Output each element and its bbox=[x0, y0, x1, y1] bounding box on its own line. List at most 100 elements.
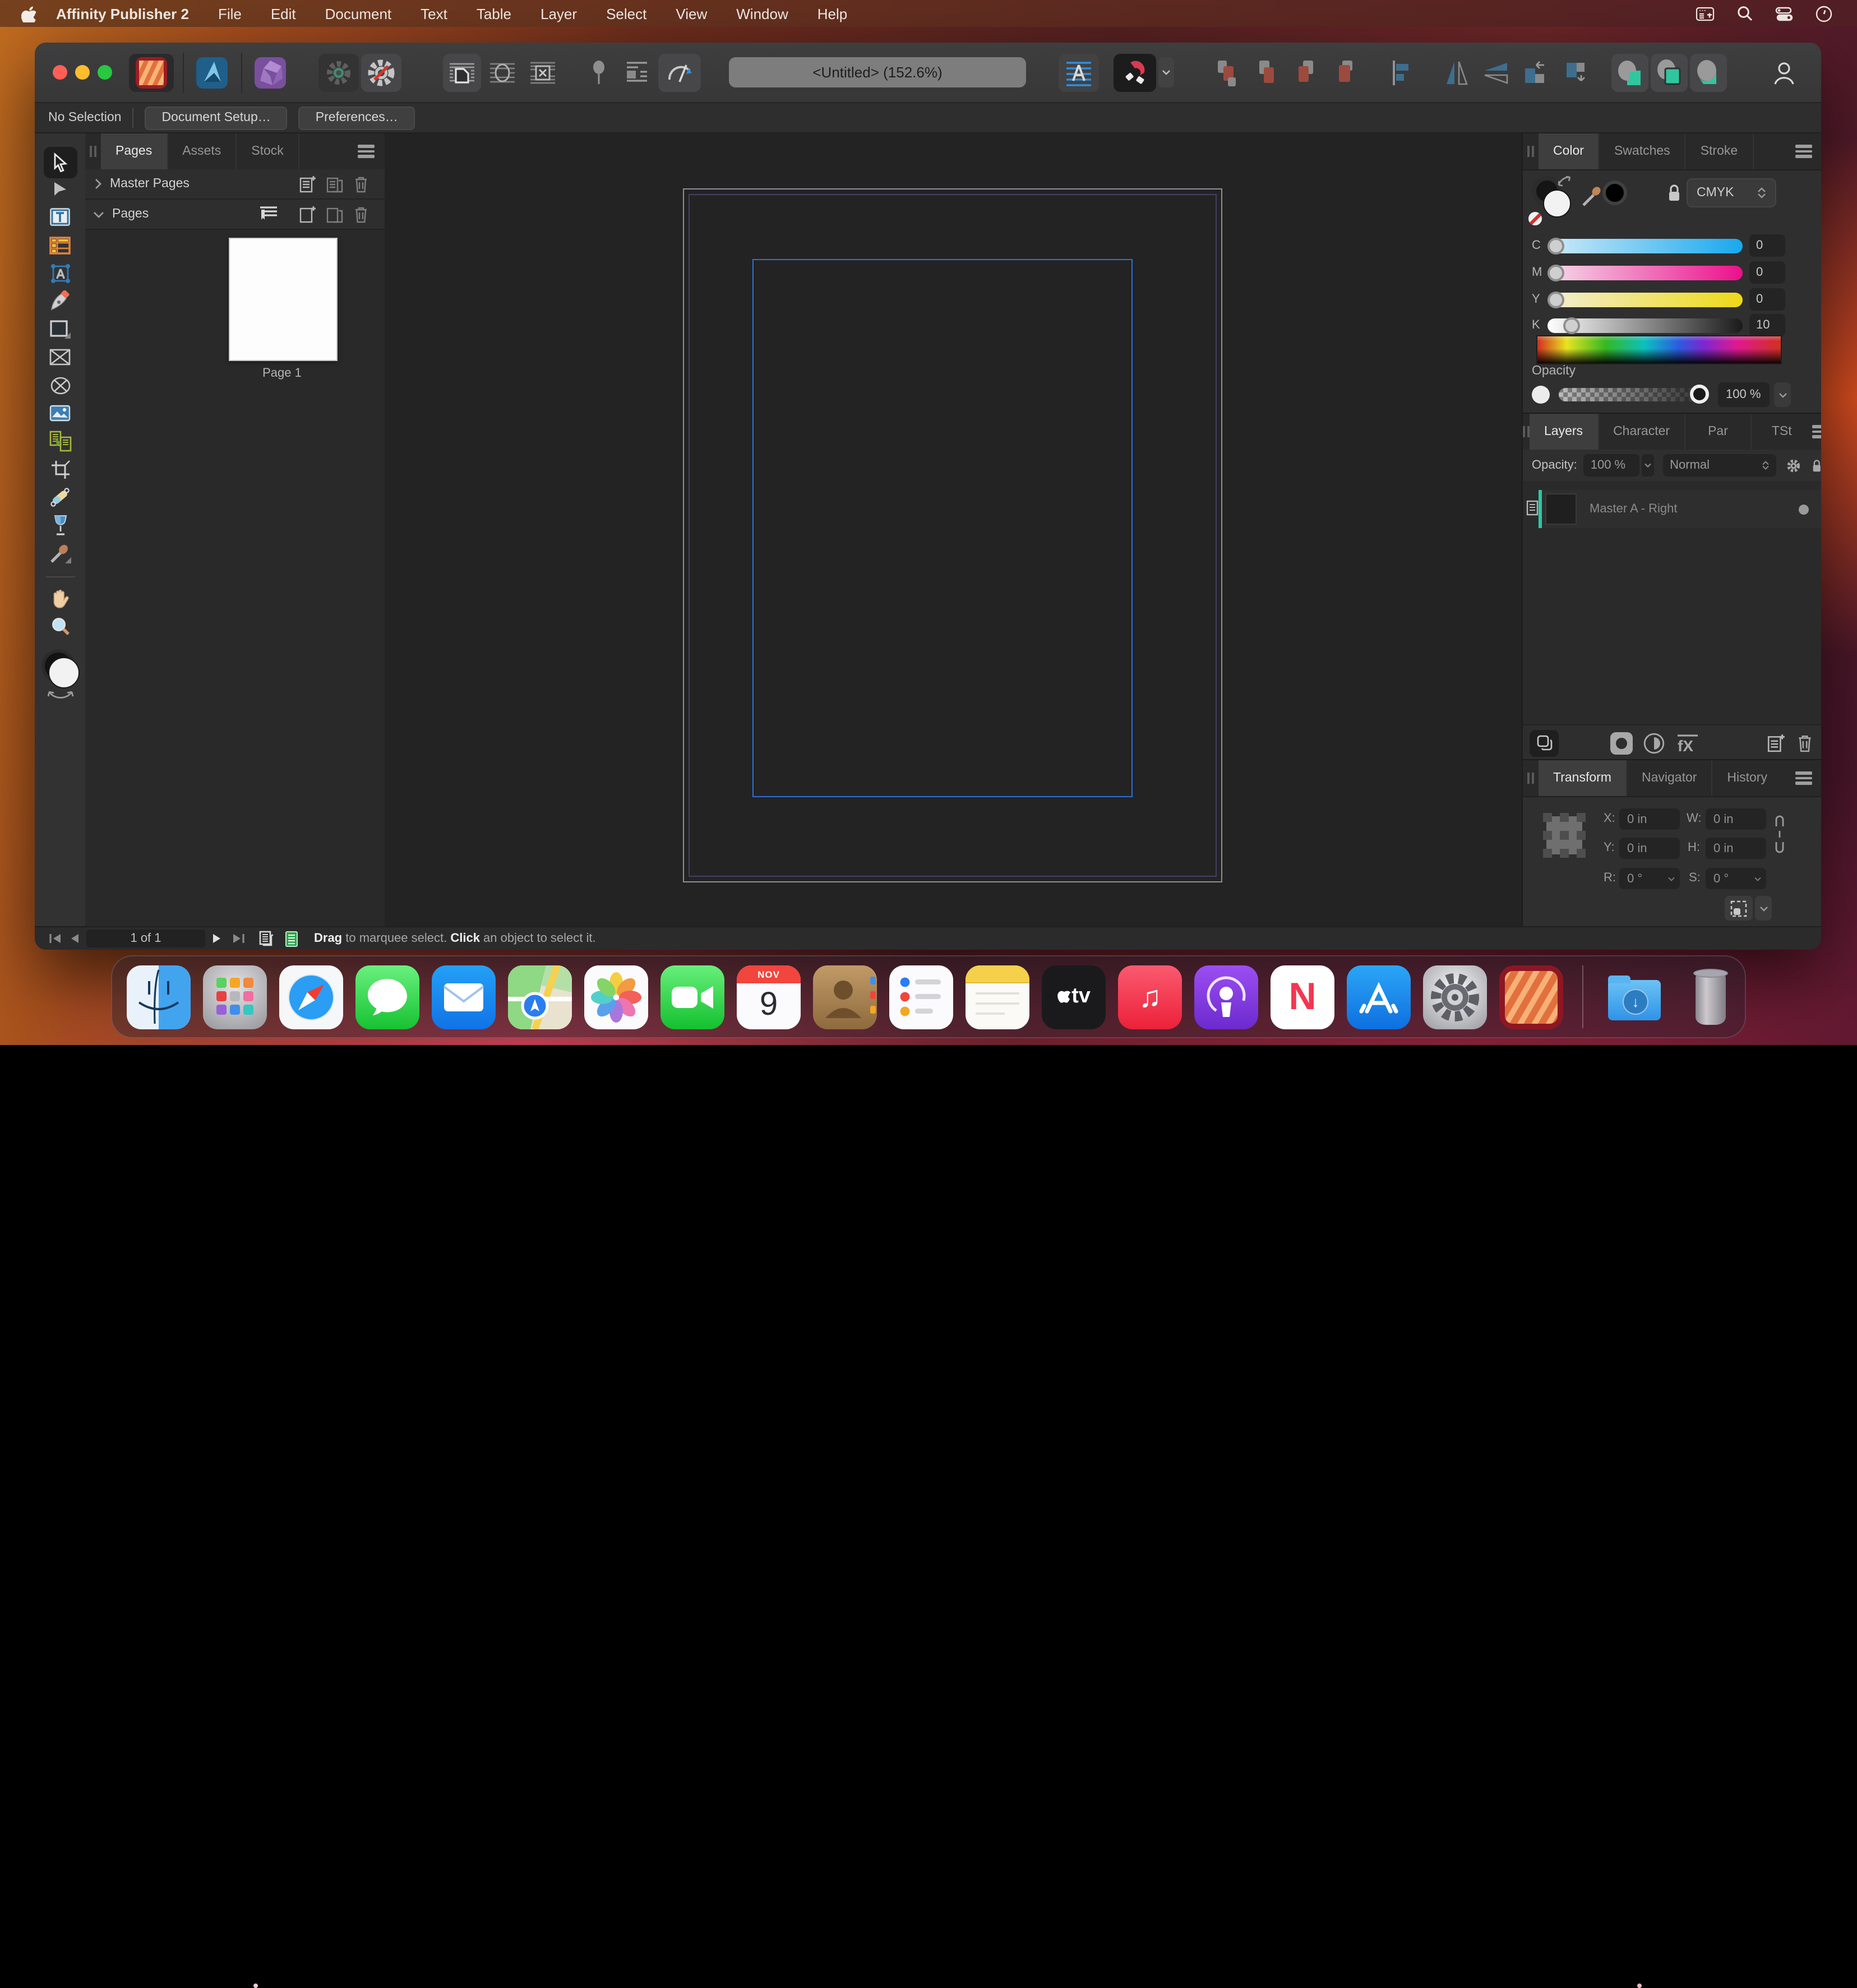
move-to-front-icon[interactable] bbox=[1327, 54, 1364, 92]
close-button[interactable] bbox=[53, 65, 67, 80]
node-tool[interactable] bbox=[43, 175, 77, 203]
preferences-button[interactable]: Preferences… bbox=[299, 106, 415, 130]
layers-opacity-chevron[interactable] bbox=[1642, 454, 1654, 477]
fill-stroke-swatches[interactable] bbox=[1532, 176, 1586, 234]
rotate-ccw-icon[interactable] bbox=[1516, 54, 1553, 92]
dock-app-store[interactable] bbox=[1347, 965, 1411, 1029]
artistic-text-tool[interactable] bbox=[43, 259, 77, 287]
panel-menu-icon[interactable] bbox=[1795, 772, 1812, 785]
panel-menu-icon[interactable] bbox=[1795, 145, 1812, 158]
menu-app-name[interactable]: Affinity Publisher 2 bbox=[56, 5, 189, 22]
layer-visibility-dot[interactable] bbox=[1799, 504, 1809, 514]
gear-green-icon[interactable] bbox=[318, 54, 359, 92]
canvas[interactable] bbox=[385, 133, 1522, 927]
opacity-swatch[interactable] bbox=[1532, 386, 1550, 404]
tab-stroke[interactable]: Stroke bbox=[1686, 133, 1754, 169]
menu-window[interactable]: Window bbox=[736, 5, 788, 22]
picture-frame-rectangle-tool[interactable] bbox=[43, 343, 77, 371]
add-page-icon[interactable] bbox=[299, 205, 316, 223]
y-field[interactable]: 0 in bbox=[1619, 838, 1680, 859]
lock-layer-icon[interactable] bbox=[1810, 457, 1821, 474]
dock-news[interactable]: N bbox=[1271, 965, 1334, 1029]
keyboard-shortcuts-icon[interactable] bbox=[1696, 6, 1715, 21]
menu-help[interactable]: Help bbox=[817, 5, 848, 22]
move-forward-one-icon[interactable] bbox=[1287, 54, 1324, 92]
preflight-status-icon[interactable] bbox=[285, 930, 298, 947]
fill-stroke-selector[interactable] bbox=[40, 649, 80, 699]
move-back-one-icon[interactable] bbox=[1248, 54, 1285, 92]
add-layer-icon[interactable] bbox=[1767, 733, 1785, 752]
anchor-point-selector[interactable] bbox=[1543, 813, 1586, 858]
dock-maps[interactable] bbox=[508, 965, 572, 1029]
boolean-add-icon[interactable] bbox=[1611, 54, 1648, 92]
opacity-slider[interactable] bbox=[1559, 388, 1707, 401]
snapping-options-chevron[interactable] bbox=[1158, 57, 1174, 87]
picked-color-swatch[interactable] bbox=[1602, 181, 1627, 205]
vector-crop-tool[interactable] bbox=[43, 455, 77, 483]
previous-page-button[interactable] bbox=[70, 933, 80, 944]
apple-logo-icon[interactable] bbox=[21, 5, 36, 22]
tab-layers[interactable]: Layers bbox=[1530, 414, 1599, 450]
layer-effects-fx-icon[interactable]: fX bbox=[1675, 732, 1700, 754]
magenta-slider[interactable] bbox=[1548, 265, 1743, 280]
delete-page-icon[interactable] bbox=[353, 205, 369, 223]
mask-layer-icon[interactable] bbox=[1610, 732, 1633, 754]
boolean-subtract-icon[interactable] bbox=[1651, 54, 1688, 92]
picture-frame-ellipse-tool[interactable] bbox=[43, 371, 77, 399]
dock-contacts[interactable] bbox=[813, 965, 877, 1029]
dock-notes[interactable] bbox=[966, 965, 1029, 1029]
view-pan-tool[interactable] bbox=[43, 584, 77, 612]
page-1-label[interactable]: Page 1 bbox=[229, 367, 335, 380]
publisher-persona-icon[interactable] bbox=[129, 54, 174, 92]
minimize-button[interactable] bbox=[75, 65, 90, 80]
dock-downloads[interactable]: ↓ bbox=[1602, 965, 1666, 1029]
color-mode-select[interactable]: CMYK bbox=[1687, 178, 1776, 207]
dock-photos[interactable] bbox=[584, 965, 648, 1029]
account-person-icon[interactable] bbox=[1765, 54, 1803, 92]
move-to-back-icon[interactable] bbox=[1209, 54, 1246, 92]
menu-text[interactable]: Text bbox=[421, 5, 447, 22]
page-1-thumbnail[interactable] bbox=[229, 238, 338, 361]
layer-thumbnail[interactable] bbox=[1545, 493, 1576, 525]
transform-origin-chevron[interactable] bbox=[1755, 896, 1772, 921]
dock-trash[interactable] bbox=[1679, 965, 1743, 1029]
menu-edit[interactable]: Edit bbox=[271, 5, 296, 22]
tab-transform[interactable]: Transform bbox=[1539, 760, 1627, 796]
master-pages-section-header[interactable]: Master Pages bbox=[85, 169, 385, 200]
page-indicator[interactable]: 1 of 1 bbox=[86, 930, 205, 947]
lock-icon[interactable] bbox=[1666, 183, 1682, 203]
dock-launchpad[interactable] bbox=[203, 965, 267, 1029]
snapping-magnet-icon[interactable] bbox=[1114, 54, 1156, 92]
pages-section-header[interactable]: Pages bbox=[85, 200, 385, 230]
table-tool[interactable] bbox=[43, 231, 77, 259]
last-page-button[interactable] bbox=[232, 933, 246, 944]
dock-facetime[interactable] bbox=[660, 965, 724, 1029]
tab-text-styles[interactable]: TSt bbox=[1752, 414, 1812, 450]
group-layers-icon[interactable] bbox=[1530, 729, 1559, 756]
h-field[interactable]: 0 in bbox=[1706, 838, 1766, 859]
panel-grip[interactable] bbox=[1523, 414, 1530, 450]
tab-paragraph[interactable]: Par bbox=[1685, 414, 1752, 450]
tab-history[interactable]: History bbox=[1712, 760, 1782, 796]
color-spectrum-bar[interactable] bbox=[1536, 335, 1782, 364]
tab-color[interactable]: Color bbox=[1539, 133, 1600, 169]
style-picker-tool[interactable] bbox=[43, 539, 77, 567]
page-spread[interactable] bbox=[683, 188, 1222, 882]
dock-finder[interactable] bbox=[127, 965, 191, 1029]
alignment-icon[interactable] bbox=[1382, 54, 1420, 92]
cyan-slider[interactable] bbox=[1548, 238, 1743, 253]
menu-table[interactable]: Table bbox=[477, 5, 511, 22]
dock-calendar[interactable]: NOV 9 bbox=[737, 965, 801, 1029]
adjustment-layer-icon[interactable] bbox=[1643, 732, 1665, 754]
x-field[interactable]: 0 in bbox=[1619, 808, 1680, 830]
panel-grip[interactable] bbox=[1523, 760, 1539, 796]
dock-settings[interactable] bbox=[1423, 965, 1487, 1029]
duplicate-master-page-icon[interactable] bbox=[326, 175, 343, 193]
menu-file[interactable]: File bbox=[218, 5, 242, 22]
zoom-button[interactable] bbox=[98, 65, 112, 80]
baseline-grid-icon[interactable] bbox=[1059, 54, 1099, 92]
boolean-intersect-icon[interactable] bbox=[1690, 54, 1727, 92]
menu-document[interactable]: Document bbox=[325, 5, 392, 22]
pen-tool[interactable] bbox=[43, 287, 77, 315]
link-dimensions-icon[interactable] bbox=[1774, 815, 1785, 853]
